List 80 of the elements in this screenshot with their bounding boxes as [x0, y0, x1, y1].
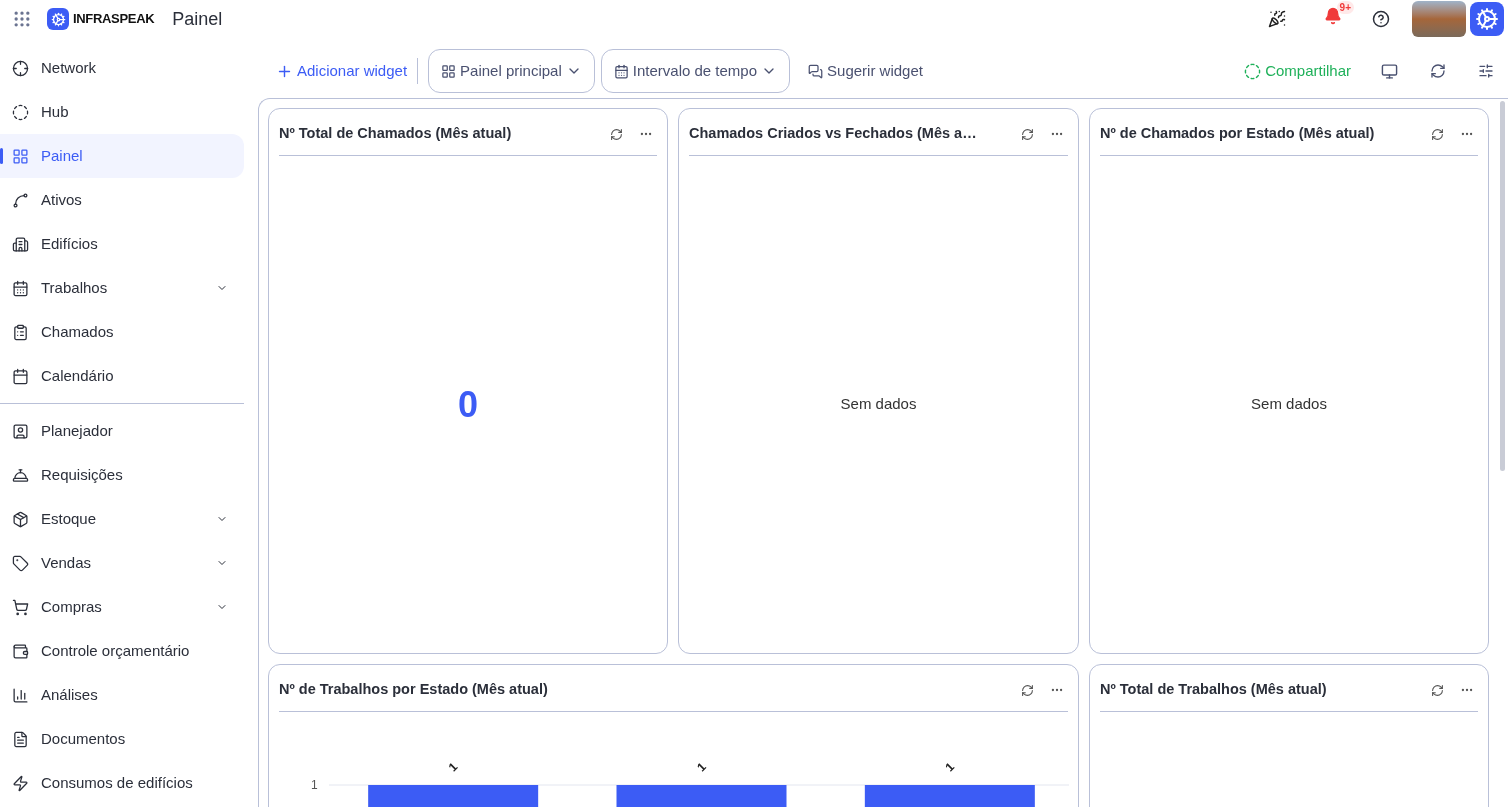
- grid-icon: [441, 63, 457, 79]
- sidebar-item[interactable]: Calendário: [0, 354, 244, 398]
- dashed-circle-icon: [1244, 62, 1262, 80]
- grid-icon: [12, 147, 29, 165]
- speech-bubbles-icon: [808, 63, 824, 79]
- refresh-button[interactable]: [1430, 63, 1446, 79]
- notification-badge: 9+: [1336, 0, 1354, 14]
- sidebar-item[interactable]: Edifícios: [0, 222, 244, 266]
- bell-icon: [12, 466, 29, 484]
- party-popper-icon: [1268, 10, 1286, 28]
- axis-tick-label: 1: [311, 778, 318, 792]
- empty-message: Sem dados: [1251, 394, 1327, 415]
- calendar-icon: [12, 367, 29, 385]
- widget-title: Nº de Chamados por Estado (Mês atual): [1100, 124, 1376, 144]
- help-icon: [1372, 10, 1390, 28]
- sidebar-item[interactable]: Estoque: [0, 497, 244, 541]
- party-popper-button[interactable]: [1268, 10, 1286, 28]
- sidebar-item[interactable]: Compras: [0, 585, 244, 629]
- refresh-icon: [1431, 127, 1444, 141]
- refresh-icon: [1021, 683, 1034, 697]
- sidebar-item[interactable]: Planejador: [0, 409, 244, 453]
- sidebar-item[interactable]: Painel: [0, 134, 244, 178]
- gear-icon: [1475, 7, 1499, 31]
- lightning-icon: [12, 774, 29, 792]
- bar-chart-icon: [12, 686, 29, 704]
- add-widget-button[interactable]: Adicionar widget: [276, 59, 408, 83]
- metric-value: 0: [458, 382, 478, 427]
- clipboard-icon: [12, 323, 29, 341]
- refresh-icon: [1430, 63, 1446, 79]
- refresh-icon: [610, 127, 623, 141]
- calendar-icon: [12, 279, 29, 297]
- document-icon: [12, 730, 29, 748]
- data-label: 1: [445, 759, 461, 775]
- data-label: 1: [942, 759, 958, 775]
- widget-title: Nº Total de Chamados (Mês atual): [279, 124, 513, 144]
- sidebar-item[interactable]: Trabalhos: [0, 266, 244, 310]
- data-label: 1: [694, 759, 709, 775]
- refresh-icon: [1021, 127, 1034, 141]
- sliders-icon: [1478, 63, 1494, 79]
- sidebar-item[interactable]: Requisições: [0, 453, 244, 497]
- sidebar-item[interactable]: Network: [0, 46, 244, 90]
- sidebar-item[interactable]: Vendas: [0, 541, 244, 585]
- dashboard-select[interactable]: Painel principal: [428, 49, 595, 93]
- workspace-logo-button[interactable]: [1470, 2, 1504, 36]
- dashed-circle-icon: [12, 103, 29, 121]
- sidebar-item[interactable]: Hub: [0, 90, 244, 134]
- bell-icon: [1324, 6, 1342, 25]
- page-title: Painel: [172, 7, 223, 31]
- sidebar-item[interactable]: Chamados: [0, 310, 244, 354]
- sidebar-item[interactable]: Documentos: [0, 717, 244, 761]
- scrollbar-thumb[interactable]: [1500, 101, 1505, 471]
- monitor-button[interactable]: [1381, 62, 1398, 80]
- time-range-select[interactable]: Intervalo de tempo: [600, 49, 791, 93]
- photo-placeholder: [1412, 1, 1466, 37]
- user-card-icon: [12, 422, 29, 440]
- refresh-icon: [1431, 683, 1444, 697]
- widget-title: Chamados Criados vs Fechados (Mês a…: [689, 124, 978, 144]
- sidebar-item[interactable]: Consumos de edifícios: [0, 761, 244, 805]
- calendar-icon: [613, 63, 629, 79]
- notifications-button[interactable]: [1324, 6, 1342, 25]
- app-grid-button[interactable]: [12, 9, 32, 29]
- package-icon: [12, 510, 29, 528]
- tag-icon: [12, 554, 29, 572]
- empty-message: Sem dados: [840, 394, 917, 415]
- sidebar-item[interactable]: Controle orçamentário: [0, 629, 244, 673]
- help-button[interactable]: [1372, 10, 1390, 28]
- cart-icon: [12, 598, 29, 616]
- monitor-icon: [1381, 62, 1398, 80]
- building-icon: [12, 235, 29, 253]
- sidebar-item[interactable]: Ativos: [0, 178, 244, 222]
- curve-icon: [12, 191, 29, 209]
- brand-name: INFRASPEAK: [73, 10, 155, 29]
- widget-title: Nº Total de Trabalhos (Mês atual): [1100, 680, 1328, 700]
- sidebar-item[interactable]: Análises: [0, 673, 244, 717]
- suggest-widget-button[interactable]: Sugerir widget: [808, 59, 923, 83]
- dots-grid-icon: [12, 9, 32, 29]
- wallet-icon: [12, 642, 29, 660]
- crosshair-icon: [12, 59, 29, 77]
- settings-button[interactable]: [1478, 63, 1494, 79]
- widget-title: Nº de Trabalhos por Estado (Mês atual): [279, 680, 549, 700]
